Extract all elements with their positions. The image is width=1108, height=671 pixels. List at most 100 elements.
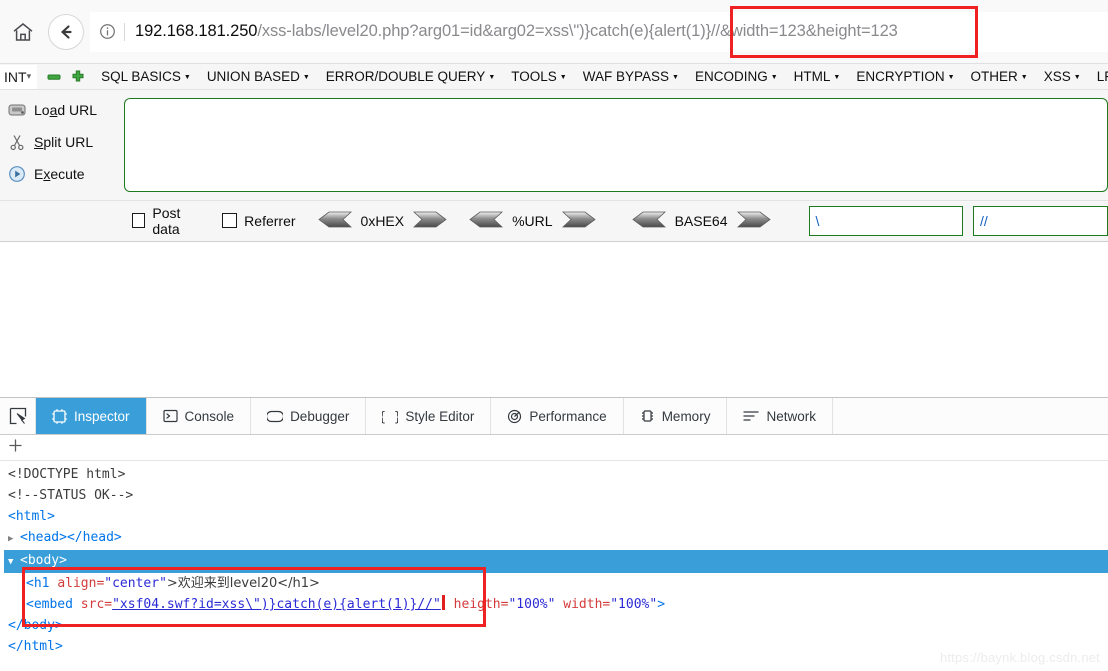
markup-line-embed[interactable]: <embed src="xsf04.swf?id=xss\")}catch(e)… [4,594,1108,615]
markup-text: <body> [20,553,67,568]
markup-attr-name: heigth= [453,597,509,612]
remove-tab-button[interactable] [47,70,61,84]
hex-encode-button[interactable] [413,211,447,231]
menu-label: XSS [1043,69,1071,84]
markup-line-head[interactable]: ▶ <head></head> [4,527,1108,550]
chevron-down-icon: ▼ [1073,74,1081,81]
chevron-down-icon: ▼ [488,74,496,81]
menu-encoding[interactable]: ENCODING ▼ [695,69,778,84]
markup-attr-name: width= [563,597,611,612]
expand-triangle-icon[interactable]: ▶ [8,529,20,550]
comment-char-input[interactable]: // [973,205,1108,236]
markup-text: <html> [8,509,55,524]
text-caret [441,595,445,610]
home-icon[interactable] [0,20,46,44]
chevron-down-icon: ▼ [1020,74,1028,81]
tab-performance[interactable]: Performance [491,398,624,434]
post-data-checkbox[interactable]: Post data [132,205,204,237]
execute-button[interactable]: Execute [0,158,120,190]
back-button[interactable] [48,13,84,50]
escape-char-input[interactable]: \ [808,205,964,236]
menu-html[interactable]: HTML ▼ [794,69,841,84]
chevron-down-icon: ▼ [947,74,955,81]
markup-line-h1[interactable]: <h1 align="center">欢迎来到level20</h1> [4,573,1108,594]
devtools-panel: Inspector Console Debugger { } [0,397,1108,671]
menu-error-double-query[interactable]: ERROR/DOUBLE QUERY ▼ [326,69,495,84]
markup-text: </html> [8,639,63,654]
hackbar-panel: INT ▾ SQL BASICS ▼ UNION BASED ▼ ERROR/DOU… [0,64,1108,242]
menu-label: LFI [1096,69,1108,84]
request-textarea[interactable] [124,98,1108,192]
url-host: 192.168.181.250 [135,22,258,40]
hackbar-body: Load URL Split URL Execute [0,90,1108,200]
url-bar[interactable]: 192.168.181.250/xss-labs/level20.php?arg… [90,11,1108,52]
base64-encoder-group: BASE64 [631,211,771,231]
tab-debugger[interactable]: Debugger [251,398,367,434]
collapse-triangle-icon[interactable]: ▼ [8,552,20,573]
chevron-down-icon: ▼ [183,74,191,81]
menu-tools[interactable]: TOOLS ▼ [511,69,566,84]
hackbar-menu-row: INT ▾ SQL BASICS ▼ UNION BASED ▼ ERROR/DOU… [0,64,1108,90]
tab-memory[interactable]: Memory [624,398,728,434]
base64-encode-button[interactable] [736,211,771,231]
chevron-down-icon: ▼ [302,74,310,81]
tab-label: Debugger [290,408,350,424]
menu-lfi[interactable]: LFI [1097,69,1108,84]
hex-decode-button[interactable] [317,211,352,231]
split-url-label: Split URL [34,134,94,150]
chevron-down-icon: ▾ [26,71,32,81]
markup-text: <!DOCTYPE html> [8,467,126,482]
referrer-checkbox[interactable]: Referrer [222,213,296,229]
markup-tag: <h1 [26,576,50,591]
checkbox-box [222,213,238,228]
menu-label: WAF BYPASS [582,69,670,84]
markup-line-body-open[interactable]: ▼ <body> [4,550,1108,573]
execute-icon [0,165,34,183]
plus-icon[interactable] [8,438,23,458]
markup-line-comment[interactable]: <!--STATUS OK--> [4,485,1108,506]
tab-console[interactable]: Console [147,398,252,434]
tab-inspector[interactable]: Inspector [36,398,147,434]
style-editor-icon: { } [382,409,398,424]
menu-union-based[interactable]: UNION BASED ▼ [207,69,310,84]
execute-label: Execute [34,166,85,182]
console-icon [162,409,178,423]
markup-line-html-open[interactable]: <html> [4,506,1108,527]
type-select[interactable]: INT ▾ [0,64,38,89]
tab-label: Performance [529,408,607,424]
tab-style-editor[interactable]: { } Style Editor [366,398,492,434]
menu-xss[interactable]: XSS ▼ [1044,69,1081,84]
watermark: https://baynk.blog.csdn.net [939,650,1100,665]
tab-network[interactable]: Network [727,398,833,434]
split-url-button[interactable]: Split URL [0,126,120,158]
site-info-icon[interactable] [90,23,124,40]
network-icon [743,410,760,422]
post-data-label: Post data [152,204,181,237]
load-url-icon [0,101,34,119]
url-decode-button[interactable] [469,211,504,231]
url-label: %URL [512,212,553,229]
markup-text: >欢迎来到level20</h1> [166,576,320,591]
markup-line-body-close[interactable]: </body> [4,615,1108,636]
menu-other[interactable]: OTHER ▼ [971,69,1028,84]
markup-attr-value[interactable]: "xsf04.swf?id=xss\")}catch(e){alert(1)}/… [112,597,441,612]
menu-label: HTML [793,69,831,84]
url-encode-button[interactable] [561,211,596,231]
base64-decode-button[interactable] [631,211,666,231]
element-picker-icon[interactable] [0,398,36,434]
load-url-label: Load URL [34,102,98,118]
chevron-down-icon: ▼ [672,74,679,81]
menu-encryption[interactable]: ENCRYPTION ▼ [856,69,954,84]
menu-sql-basics[interactable]: SQL BASICS ▼ [101,69,191,84]
tab-label: Inspector [74,408,130,424]
load-url-button[interactable]: Load URL [0,94,120,126]
menu-label: ENCRYPTION [856,69,945,84]
add-tab-button[interactable] [71,70,85,84]
markup-line-doctype[interactable]: <!DOCTYPE html> [4,464,1108,485]
menu-waf-bypass[interactable]: WAF BYPASS ▼ [583,69,679,84]
menu-label: OTHER [970,69,1018,84]
base64-label: BASE64 [674,212,728,229]
markup-text: <!--STATUS OK--> [8,488,134,503]
inspector-icon [52,408,67,424]
url-path: /xss-labs/level20.php?arg01=id&arg02=xss… [257,22,898,40]
